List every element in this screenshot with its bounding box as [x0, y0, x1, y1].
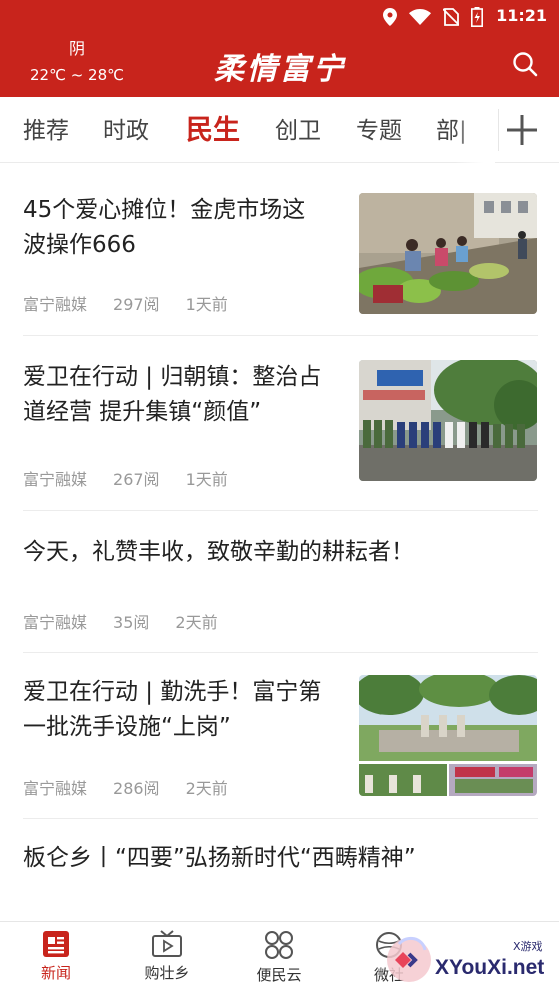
news-meta: 富宁融媒 35阅 2天前 — [23, 609, 244, 633]
tab-recommend[interactable]: 推荐 — [23, 111, 69, 145]
news-meta: 富宁融媒 267阅 1天前 — [23, 466, 254, 490]
news-reads: 35阅 — [113, 613, 150, 632]
news-title: 45个爱心摊位！金虎市场这波操作666 — [23, 197, 306, 258]
news-time: 2天前 — [185, 779, 228, 798]
news-thumbnail-market — [359, 193, 537, 314]
news-item[interactable]: 爱卫在行动 | 勤洗手！富宁第一批洗手设施“上岗” 富宁融媒 286阅 2天前 — [0, 653, 559, 819]
nav-label: 便民云 — [256, 966, 302, 984]
status-time: 11:21 — [496, 6, 547, 25]
watermark-logo — [387, 936, 431, 982]
news-title: 今天，礼赞丰收，致敬辛勤的耕耘者！ — [23, 539, 414, 565]
news-time: 2天前 — [175, 613, 218, 632]
news-item[interactable]: 爱卫在行动 | 归朝镇：整治占道经营 提升集镇“颜值” 富宁融媒 267阅 1天前 — [0, 336, 559, 511]
nav-shop[interactable]: 购壮乡 — [122, 930, 212, 983]
nav-label: 新闻 — [40, 964, 71, 982]
battery-icon — [471, 7, 483, 27]
news-time: 1天前 — [185, 295, 228, 314]
news-thumbnail-street — [359, 360, 537, 481]
tab-special[interactable]: 专题 — [356, 111, 402, 145]
news-source: 富宁融媒 — [23, 470, 88, 489]
category-tabs: 推荐 时政 民生 创卫 专题 部| — [0, 97, 559, 163]
news-item[interactable]: 板仑乡丨“四要”弘扬新时代“西畴精神” — [0, 819, 559, 919]
news-reads: 297阅 — [113, 295, 160, 314]
app-header: 11:21 阴 22℃ ~ 28℃ 柔情富宁 — [0, 0, 559, 97]
search-button[interactable] — [511, 50, 539, 78]
search-icon — [513, 52, 538, 77]
news-item[interactable]: 45个爱心摊位！金虎市场这波操作666 富宁融媒 297阅 1天前 — [0, 163, 559, 336]
news-item[interactable]: 今天，礼赞丰收，致敬辛勤的耕耘者！ 富宁融媒 35阅 2天前 — [0, 511, 559, 653]
nav-label: 购壮乡 — [144, 964, 190, 982]
news-time: 1天前 — [185, 470, 228, 489]
no-sim-icon — [443, 8, 459, 26]
add-channel-button[interactable] — [498, 109, 540, 151]
news-source: 富宁融媒 — [23, 295, 88, 314]
news-title: 爱卫在行动 | 勤洗手！富宁第一批洗手设施“上岗” — [23, 679, 322, 740]
location-icon — [383, 8, 397, 26]
tv-icon — [152, 930, 182, 957]
status-bar: 11:21 — [0, 0, 559, 32]
watermark-text: XYouXi.net — [435, 956, 545, 979]
weather-condition: 阴 — [68, 39, 85, 58]
status-icons — [383, 7, 483, 27]
news-source: 富宁融媒 — [23, 779, 88, 798]
news-title: 爱卫在行动 | 归朝镇：整治占道经营 提升集镇“颜值” — [23, 364, 322, 425]
app-title: 柔情富宁 — [214, 52, 346, 87]
wifi-icon — [409, 9, 431, 25]
news-source: 富宁融媒 — [23, 613, 88, 632]
nav-services[interactable]: 便民云 — [234, 930, 324, 985]
news-reads: 267阅 — [113, 470, 160, 489]
tab-politics[interactable]: 时政 — [103, 111, 149, 145]
tab-fade — [455, 97, 495, 163]
news-title: 板仑乡丨“四要”弘扬新时代“西畴精神” — [23, 845, 416, 871]
news-icon — [43, 931, 69, 957]
weather-widget: 阴 22℃ ~ 28℃ — [22, 38, 132, 86]
weather-temperature: 22℃ ~ 28℃ — [30, 66, 124, 84]
news-thumbnail-handwash — [359, 675, 537, 796]
news-reads: 286阅 — [113, 779, 160, 798]
tab-livelihood[interactable]: 民生 — [186, 108, 240, 147]
site-watermark: X游戏 XYouXi.net — [385, 928, 559, 988]
tab-sanitation[interactable]: 创卫 — [275, 111, 321, 145]
watermark-small-text: X游戏 — [513, 940, 543, 953]
news-meta: 富宁融媒 286阅 2天前 — [23, 775, 254, 799]
plus-icon — [507, 115, 537, 145]
nav-news[interactable]: 新闻 — [11, 930, 101, 983]
grid-icon — [265, 931, 293, 959]
news-meta: 富宁融媒 297阅 1天前 — [23, 291, 254, 315]
